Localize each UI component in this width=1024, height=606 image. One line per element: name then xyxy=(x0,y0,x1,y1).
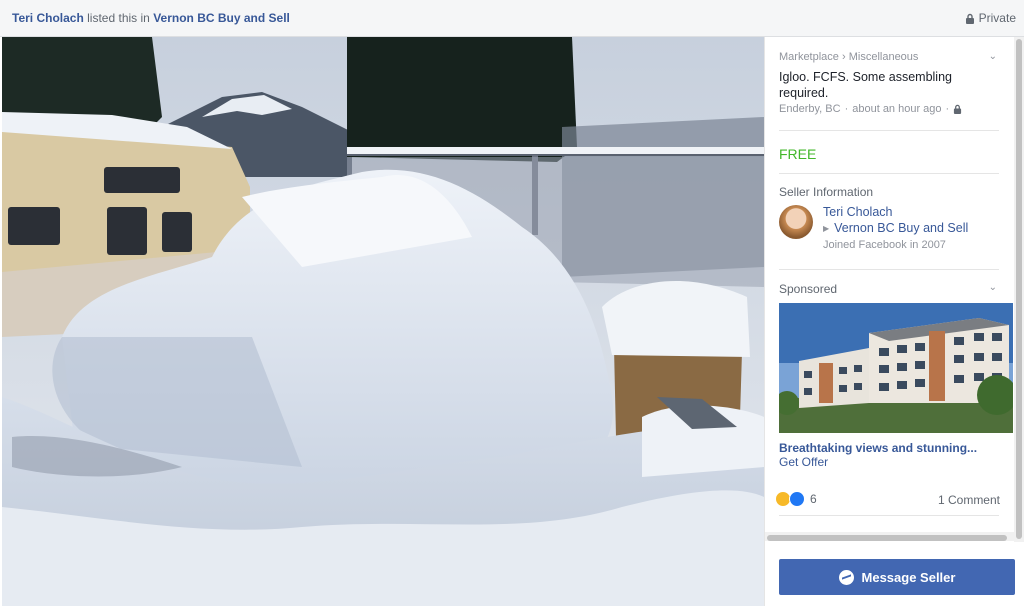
listing-time: about an hour ago xyxy=(852,103,942,115)
listing-price: FREE xyxy=(779,146,817,162)
group-link[interactable]: Vernon BC Buy and Sell xyxy=(153,11,290,25)
divider xyxy=(779,515,999,516)
messenger-icon xyxy=(838,569,854,585)
listing-details-panel: Marketplace › Miscellaneous ⌄ Igloo. FCF… xyxy=(764,37,1024,606)
ad-cta-link[interactable]: Get Offer xyxy=(779,455,828,469)
lock-icon xyxy=(965,13,974,24)
like-reaction-icon xyxy=(789,491,805,507)
vertical-scrollbar-thumb[interactable] xyxy=(1016,39,1022,539)
seller-name-link[interactable]: Teri Cholach xyxy=(823,205,892,219)
listing-title: Igloo. FCFS. Some assembling required. xyxy=(779,70,952,100)
comments-count[interactable]: 1 Comment xyxy=(938,493,1000,507)
privacy-label: Private xyxy=(978,11,1016,25)
post-header: Teri Cholach listed this in Vernon BC Bu… xyxy=(0,0,1024,37)
breadcrumb: Marketplace › Miscellaneous ⌄ xyxy=(779,51,999,63)
sponsored-text: Sponsored xyxy=(779,282,838,296)
breadcrumb-category[interactable]: Miscellaneous xyxy=(849,51,919,63)
seller-group-label: Vernon BC Buy and Sell xyxy=(834,221,969,235)
poster-line: Teri Cholach listed this in Vernon BC Bu… xyxy=(12,11,290,25)
ad-image[interactable] xyxy=(779,303,1013,433)
listed-text: listed this in xyxy=(87,11,150,25)
breadcrumb-marketplace[interactable]: Marketplace xyxy=(779,51,839,63)
lock-icon xyxy=(954,104,962,114)
breadcrumb-separator: › xyxy=(841,51,846,63)
ad-reactions[interactable]: 6 xyxy=(775,491,817,507)
message-seller-label: Message Seller xyxy=(861,569,956,585)
seller-avatar[interactable] xyxy=(779,205,813,239)
divider xyxy=(779,130,999,131)
ad-headline[interactable]: Breathtaking views and stunning... xyxy=(779,441,977,455)
listing-meta: Enderby, BC · about an hour ago · xyxy=(779,103,999,115)
seller-info-heading: Seller Information xyxy=(779,185,874,199)
seller-group-link[interactable]: ▶ Vernon BC Buy and Sell xyxy=(823,221,968,235)
sponsored-label: Sponsored ⌄ xyxy=(779,282,999,296)
meta-dot: · xyxy=(844,103,849,115)
chevron-down-icon[interactable]: ⌄ xyxy=(989,282,997,293)
divider xyxy=(779,173,999,174)
reaction-count: 6 xyxy=(810,492,817,506)
seller-joined: Joined Facebook in 2007 xyxy=(823,239,946,251)
listing-photo[interactable] xyxy=(2,37,764,606)
horizontal-scrollbar-thumb[interactable] xyxy=(767,535,1007,541)
poster-name-link[interactable]: Teri Cholach xyxy=(12,11,84,25)
listing-location[interactable]: Enderby, BC xyxy=(779,103,841,115)
chevron-down-icon[interactable]: ⌄ xyxy=(989,51,997,62)
caret-right-icon: ▶ xyxy=(823,223,830,233)
privacy-indicator[interactable]: Private xyxy=(965,11,1016,25)
message-seller-button[interactable]: Message Seller xyxy=(779,559,1015,595)
divider xyxy=(779,269,999,270)
meta-dot: · xyxy=(945,103,950,115)
